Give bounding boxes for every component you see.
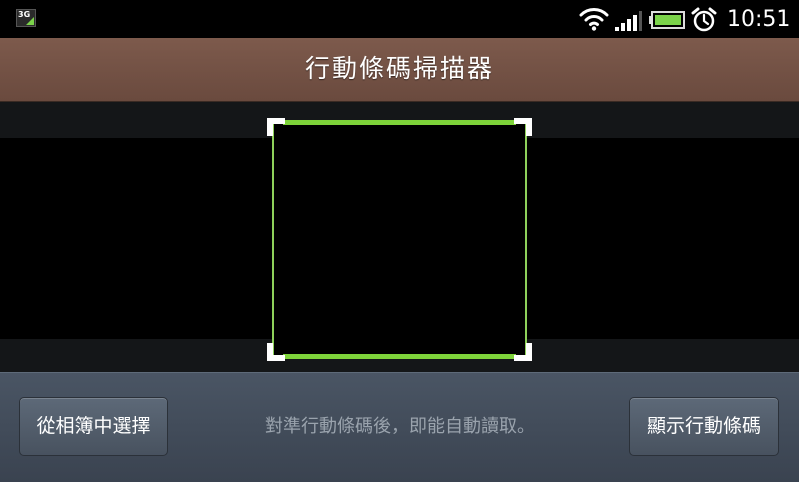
battery-icon bbox=[649, 11, 685, 29]
scan-corner-bottom-left bbox=[267, 343, 285, 361]
scan-frame-bottom-line bbox=[283, 354, 516, 359]
status-clock: 10:51 bbox=[727, 7, 791, 32]
scan-hint-text: 對準行動條碼後，即能自動讀取。 bbox=[265, 416, 535, 437]
bottom-action-bar: 從相簿中選擇 對準行動條碼後，即能自動讀取。 顯示行動條碼 bbox=[0, 372, 799, 482]
scan-frame bbox=[267, 118, 532, 361]
scan-frame-box bbox=[272, 121, 527, 358]
camera-viewfinder bbox=[0, 102, 799, 372]
title-bar: 行動條碼掃描器 bbox=[0, 38, 799, 102]
data-activity-icon bbox=[26, 17, 34, 25]
wifi-icon bbox=[579, 8, 609, 31]
show-barcode-button[interactable]: 顯示行動條碼 bbox=[629, 397, 779, 456]
page-title: 行動條碼掃描器 bbox=[304, 54, 494, 83]
scan-corner-top-left bbox=[267, 118, 285, 136]
choose-from-album-button[interactable]: 從相簿中選擇 bbox=[19, 397, 168, 456]
scanner-screen: 3G 10:51 行動條碼掃描器 從相簿中選擇 對準行動條碼後，即能自動讀取。 … bbox=[0, 0, 799, 482]
status-bar: 3G 10:51 bbox=[0, 0, 799, 38]
alarm-icon bbox=[691, 7, 717, 32]
scan-corner-top-right bbox=[514, 118, 532, 136]
scan-corner-bottom-right bbox=[514, 343, 532, 361]
network-3g-badge: 3G bbox=[16, 9, 36, 27]
scan-frame-top-line bbox=[283, 120, 516, 125]
signal-icon bbox=[615, 11, 642, 31]
